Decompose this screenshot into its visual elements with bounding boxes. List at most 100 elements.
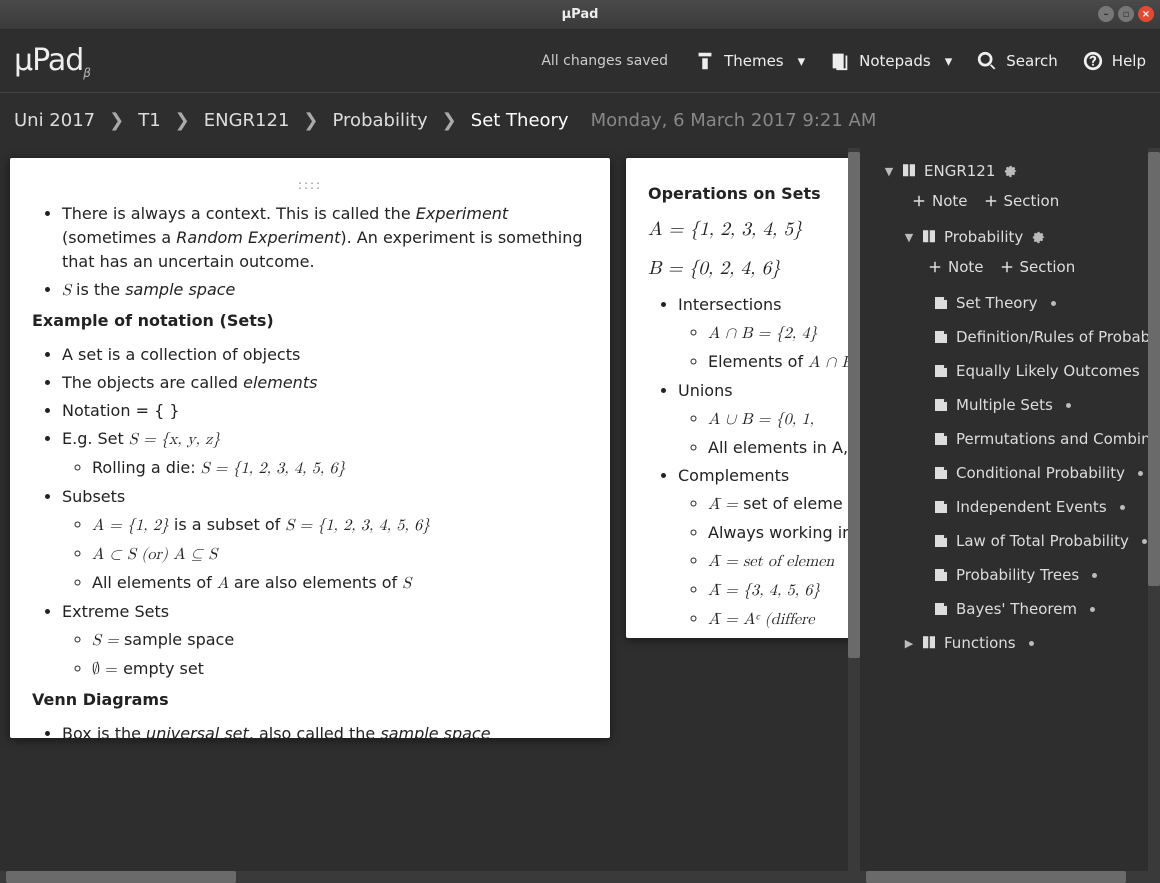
tree-note[interactable]: Conditional Probability: [860, 456, 1148, 490]
themes-icon: [694, 50, 716, 72]
window-title: µPad: [562, 7, 599, 22]
breadcrumb-item[interactable]: Uni 2017: [14, 110, 95, 131]
notepads-label: Notepads: [859, 52, 931, 70]
note-equation: A = {1, 2, 3, 4, 5}: [648, 216, 860, 245]
breadcrumb-item[interactable]: ENGR121: [204, 110, 290, 131]
window-minimize-button[interactable]: –: [1098, 6, 1114, 22]
tree-label: ENGR121: [924, 162, 995, 180]
plus-icon: [998, 258, 1016, 276]
tree-note[interactable]: Equally Likely Outcomes: [860, 354, 1148, 388]
app-logo-beta: β: [83, 66, 90, 80]
tree-note-label: Set Theory: [956, 294, 1038, 312]
themes-button[interactable]: Themes ▾: [694, 50, 805, 72]
note-text: A set is a collection of objects: [62, 343, 588, 367]
note-text: Unions: [678, 379, 860, 403]
chevron-right-icon: ❯: [442, 110, 457, 131]
tree-note[interactable]: Probability Trees: [860, 558, 1148, 592]
gear-icon[interactable]: [1133, 466, 1148, 481]
breadcrumb-item-current[interactable]: Set Theory: [471, 110, 569, 131]
window-close-button[interactable]: ×: [1138, 6, 1154, 22]
tree-note-label: Definition/Rules of Probability: [956, 328, 1148, 346]
gear-icon[interactable]: [1003, 164, 1018, 179]
note-text: All elements in A, o: [708, 436, 860, 460]
notepad-tree[interactable]: ▼ ENGR121 Note Section ▼ Probability Not…: [860, 148, 1148, 871]
gear-icon[interactable]: [1024, 636, 1039, 651]
gear-icon[interactable]: [1046, 296, 1061, 311]
tree-note[interactable]: Set Theory: [860, 286, 1148, 320]
tree-note-label: Law of Total Probability: [956, 532, 1129, 550]
tree-section[interactable]: ▶ Functions: [860, 626, 1148, 660]
book-icon: [920, 634, 938, 652]
breadcrumb-date: Monday, 6 March 2017 9:21 AM: [591, 110, 877, 131]
tree-note[interactable]: Multiple Sets: [860, 388, 1148, 422]
themes-label: Themes: [724, 52, 784, 70]
gear-icon[interactable]: [1061, 398, 1076, 413]
note-icon: [932, 328, 950, 346]
tree-note-label: Independent Events: [956, 498, 1107, 516]
tree-note-label: Permutations and Combinations: [956, 430, 1148, 448]
breadcrumb: Uni 2017 ❯ T1 ❯ ENGR121 ❯ Probability ❯ …: [0, 92, 1160, 148]
add-note-button[interactable]: Note: [910, 192, 968, 210]
note-text: Box is the universal set, also called th…: [62, 722, 588, 746]
tree-note[interactable]: Definition/Rules of Probability: [860, 320, 1148, 354]
note-text: All elements of A are also elements of S: [92, 571, 588, 596]
gear-icon[interactable]: [1087, 568, 1102, 583]
gear-icon[interactable]: [1085, 602, 1100, 617]
note-text: A̅ = set of elemen: [708, 549, 860, 574]
gear-icon[interactable]: [1031, 230, 1046, 245]
note-icon: [932, 464, 950, 482]
tree-horizontal-scrollbar[interactable]: [860, 871, 1160, 883]
tree-note[interactable]: Independent Events: [860, 490, 1148, 524]
canvas-horizontal-scrollbar[interactable]: [0, 871, 860, 883]
note-card[interactable]: Operations on Sets A = {1, 2, 3, 4, 5} B…: [626, 158, 860, 638]
tree-actions: Note Section: [860, 188, 1148, 220]
tree-vertical-scrollbar[interactable]: [1148, 148, 1160, 871]
note-card[interactable]: :::: There is always a context. This is …: [10, 158, 610, 738]
note-canvas[interactable]: :::: There is always a context. This is …: [0, 148, 860, 871]
gear-icon[interactable]: [1137, 534, 1148, 549]
breadcrumb-item[interactable]: T1: [138, 110, 160, 131]
chevron-down-icon: ▾: [945, 52, 953, 70]
chevron-right-icon: ❯: [109, 110, 124, 131]
tree-note[interactable]: Bayes' Theorem: [860, 592, 1148, 626]
app-logo[interactable]: µPadβ: [14, 43, 90, 80]
note-text: ∅ = empty set: [92, 657, 588, 682]
note-text: A̅ = {3, 4, 5, 6}: [708, 578, 860, 603]
note-text: Rolling a die: S = {1, 2, 3, 4, 5, 6}: [92, 456, 588, 481]
caret-right-icon[interactable]: ▶: [904, 637, 914, 650]
note-icon: [932, 294, 950, 312]
help-label: Help: [1112, 52, 1146, 70]
caret-down-icon[interactable]: ▼: [884, 165, 894, 178]
search-button[interactable]: Search: [976, 50, 1058, 72]
tree-section[interactable]: ▼ ENGR121: [860, 154, 1148, 188]
drag-handle-icon[interactable]: ::::: [32, 176, 588, 194]
help-button[interactable]: Help: [1082, 50, 1146, 72]
note-text: A̅ = Aᶜ (differe: [708, 607, 860, 632]
window-maximize-button[interactable]: ▫: [1118, 6, 1134, 22]
note-equation: B = {0, 2, 4, 6}: [648, 255, 860, 284]
plus-icon: [982, 192, 1000, 210]
note-heading: Example of notation (Sets): [32, 309, 588, 333]
add-section-button[interactable]: Section: [998, 258, 1076, 276]
search-icon: [976, 50, 998, 72]
note-text: A ∪ B = {0, 1,: [708, 407, 860, 432]
tree-actions: Note Section: [860, 254, 1148, 286]
plus-icon: [910, 192, 928, 210]
tree-note[interactable]: Permutations and Combinations: [860, 422, 1148, 456]
breadcrumb-item[interactable]: Probability: [333, 110, 428, 131]
gear-icon[interactable]: [1115, 500, 1130, 515]
note-text: S is the sample space: [62, 278, 588, 303]
tree-note[interactable]: Law of Total Probability: [860, 524, 1148, 558]
add-section-button[interactable]: Section: [982, 192, 1060, 210]
note-text: There is always a context. This is calle…: [62, 202, 588, 274]
canvas-vertical-scrollbar[interactable]: [848, 148, 860, 871]
notepads-button[interactable]: Notepads ▾: [829, 50, 952, 72]
book-icon: [920, 228, 938, 246]
note-icon: [932, 362, 950, 380]
add-note-button[interactable]: Note: [926, 258, 984, 276]
tree-section[interactable]: ▼ Probability: [860, 220, 1148, 254]
note-heading: Operations on Sets: [648, 182, 860, 206]
caret-down-icon[interactable]: ▼: [904, 231, 914, 244]
tree-note-label: Multiple Sets: [956, 396, 1053, 414]
note-text: S = sample space: [92, 628, 588, 653]
